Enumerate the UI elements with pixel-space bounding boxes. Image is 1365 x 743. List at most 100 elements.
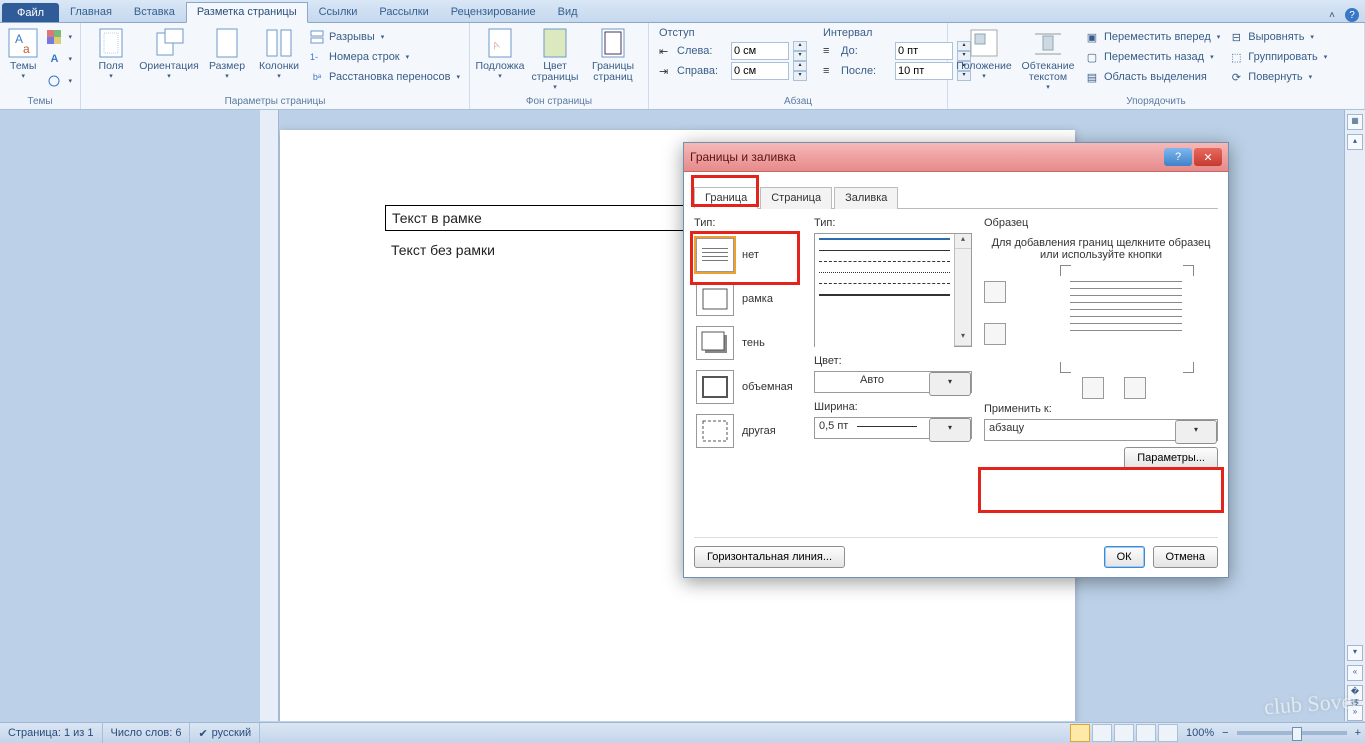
- next-page-icon[interactable]: »: [1347, 705, 1363, 721]
- unframed-paragraph[interactable]: Текст без рамки: [391, 242, 495, 258]
- spacing-after-input[interactable]: [895, 62, 953, 80]
- indent-left-field[interactable]: ⇤Слева:▴▾: [659, 41, 807, 61]
- view-print-layout[interactable]: [1070, 724, 1090, 742]
- type-3d[interactable]: объемная: [694, 365, 802, 409]
- options-button[interactable]: Параметры...: [1124, 447, 1218, 469]
- rotate-icon: ⟳: [1228, 69, 1244, 85]
- borders-shading-dialog: Границы и заливка ? ✕ Граница Страница З…: [683, 142, 1229, 578]
- prev-page-icon[interactable]: «: [1347, 665, 1363, 681]
- tab-view[interactable]: Вид: [547, 2, 589, 22]
- border-style-list[interactable]: ▴▾: [814, 233, 972, 347]
- scroll-down-icon[interactable]: ▾: [1347, 645, 1363, 661]
- indent-left-icon: ⇤: [659, 45, 673, 58]
- horizontal-line-button[interactable]: Горизонтальная линия...: [694, 546, 845, 568]
- dialog-close-button[interactable]: ✕: [1194, 148, 1222, 166]
- tab-mailings[interactable]: Рассылки: [368, 2, 439, 22]
- bring-forward-button[interactable]: ▣Переместить вперед▾: [1080, 27, 1224, 47]
- style-scrollbar[interactable]: ▴▾: [954, 234, 971, 346]
- hyphenation-button[interactable]: bᵃРасстановка переносов▾: [305, 67, 464, 87]
- view-outline[interactable]: [1136, 724, 1156, 742]
- border-style-label: Тип:: [814, 217, 972, 229]
- type-none[interactable]: нет: [694, 233, 802, 277]
- tab-file[interactable]: Файл: [2, 3, 59, 22]
- tab-insert[interactable]: Вставка: [123, 2, 186, 22]
- edge-right-button[interactable]: [1124, 377, 1146, 399]
- line-numbers-button[interactable]: 1-Номера строк▾: [305, 47, 464, 67]
- dialog-tab-fill[interactable]: Заливка: [834, 187, 898, 209]
- indent-left-input[interactable]: [731, 42, 789, 60]
- scroll-up-icon[interactable]: ▴: [1347, 134, 1363, 150]
- indent-right-input[interactable]: [731, 62, 789, 80]
- zoom-slider[interactable]: [1237, 731, 1347, 735]
- page-borders-button[interactable]: Границы страниц: [584, 25, 642, 85]
- columns-button[interactable]: Колонки▾: [253, 25, 305, 82]
- breaks-button[interactable]: Разрывы▾: [305, 27, 464, 47]
- tab-references[interactable]: Ссылки: [308, 2, 369, 22]
- status-bar: Страница: 1 из 1 Число слов: 6 ✔русский …: [0, 722, 1365, 743]
- apply-to-combo[interactable]: абзацу▾: [984, 419, 1218, 441]
- group-page-bg-label: Фон страницы: [474, 96, 644, 109]
- border-color-combo[interactable]: Авто▾: [814, 371, 972, 393]
- rotate-button[interactable]: ⟳Повернуть▾: [1224, 67, 1331, 87]
- tab-review[interactable]: Рецензирование: [440, 2, 547, 22]
- theme-fonts-button[interactable]: A▾: [42, 49, 76, 69]
- watermark-button[interactable]: AПодложка▾: [474, 25, 526, 82]
- selection-pane-button[interactable]: ▤Область выделения: [1080, 67, 1224, 87]
- wrap-text-button[interactable]: Обтекание текстом▾: [1016, 25, 1080, 93]
- type-shadow[interactable]: тень: [694, 321, 802, 365]
- page-color-button[interactable]: Цвет страницы▾: [526, 25, 584, 93]
- orientation-button[interactable]: Ориентация▾: [137, 25, 201, 82]
- tab-home[interactable]: Главная: [59, 2, 123, 22]
- dialog-tab-page[interactable]: Страница: [760, 187, 832, 209]
- send-backward-button[interactable]: ▢Переместить назад▾: [1080, 47, 1224, 67]
- ribbon: Aa Темы▾ ▾ A▾ ▾ Темы Поля▾ Ориентация▾ Р…: [0, 23, 1365, 110]
- zoom-level[interactable]: 100%: [1186, 727, 1214, 739]
- type-box[interactable]: рамка: [694, 277, 802, 321]
- zoom-out-button[interactable]: −: [1222, 727, 1228, 739]
- tab-page-layout[interactable]: Разметка страницы: [186, 2, 308, 23]
- preview-box[interactable]: [1040, 269, 1190, 369]
- view-full-screen[interactable]: [1092, 724, 1112, 742]
- dropdown-icon[interactable]: ▾: [1175, 420, 1217, 444]
- themes-button[interactable]: Aa Темы▾: [4, 25, 42, 82]
- wrap-icon: [1032, 27, 1064, 59]
- status-word-count[interactable]: Число слов: 6: [103, 723, 191, 743]
- theme-effects-button[interactable]: ▾: [42, 71, 76, 91]
- status-page[interactable]: Страница: 1 из 1: [0, 723, 103, 743]
- dropdown-icon[interactable]: ▾: [929, 418, 971, 442]
- indent-right-field[interactable]: ⇥Справа:▴▾: [659, 61, 807, 81]
- type-custom[interactable]: другая: [694, 409, 802, 453]
- minimize-ribbon-icon[interactable]: ˄: [1325, 8, 1339, 22]
- browse-object-icon[interactable]: �菱: [1347, 685, 1363, 701]
- edge-left-button[interactable]: [1082, 377, 1104, 399]
- theme-colors-button[interactable]: ▾: [42, 27, 76, 47]
- group-paragraph-label: Абзац: [653, 96, 943, 109]
- dialog-help-button[interactable]: ?: [1164, 148, 1192, 166]
- edge-bottom-button[interactable]: [984, 323, 1006, 345]
- position-button[interactable]: Положение▾: [952, 25, 1016, 82]
- edge-top-button[interactable]: [984, 281, 1006, 303]
- group-objects-button[interactable]: ⬚Группировать▾: [1224, 47, 1331, 67]
- ruler-toggle-icon[interactable]: ▦: [1347, 114, 1363, 130]
- border-width-combo[interactable]: 0,5 пт ▾: [814, 417, 972, 439]
- cancel-button[interactable]: Отмена: [1153, 546, 1218, 568]
- margins-button[interactable]: Поля▾: [85, 25, 137, 82]
- vertical-scrollbar[interactable]: ▦ ▴ ▾ « �菱 »: [1344, 110, 1365, 721]
- svg-text:A: A: [15, 32, 23, 46]
- status-language[interactable]: ✔русский: [190, 723, 260, 743]
- spacing-before-input[interactable]: [895, 42, 953, 60]
- align-button[interactable]: ⊟Выровнять▾: [1224, 27, 1331, 47]
- size-button[interactable]: Размер▾: [201, 25, 253, 82]
- view-draft[interactable]: [1158, 724, 1178, 742]
- border-width-label: Ширина:: [814, 401, 972, 413]
- help-icon[interactable]: ?: [1345, 8, 1359, 22]
- dialog-titlebar[interactable]: Границы и заливка ? ✕: [684, 143, 1228, 172]
- colors-icon: [46, 29, 62, 45]
- position-icon: [968, 27, 1000, 59]
- dialog-tab-border[interactable]: Граница: [694, 187, 758, 209]
- zoom-in-button[interactable]: +: [1355, 727, 1361, 739]
- ok-button[interactable]: ОК: [1104, 546, 1145, 568]
- view-web-layout[interactable]: [1114, 724, 1134, 742]
- send-backward-icon: ▢: [1084, 49, 1100, 65]
- dropdown-icon[interactable]: ▾: [929, 372, 971, 396]
